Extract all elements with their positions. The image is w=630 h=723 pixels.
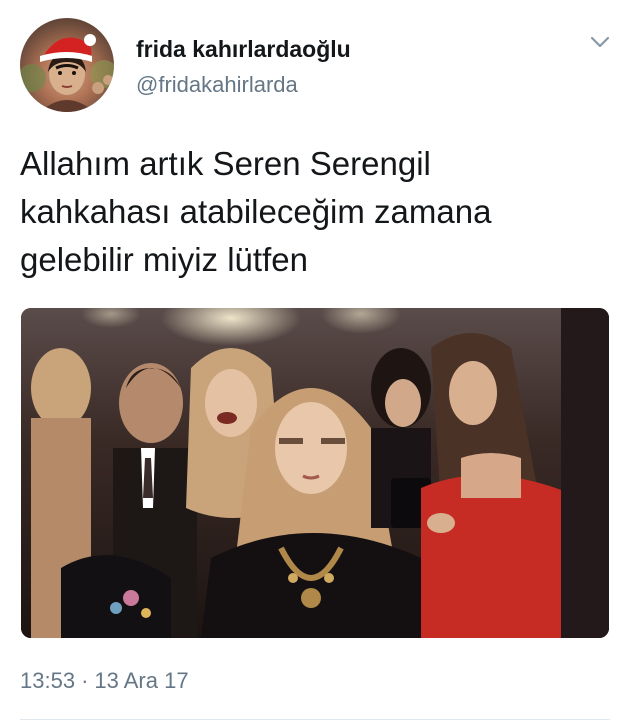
tweet-date: 13 Ara 17: [94, 668, 189, 693]
divider: [20, 719, 610, 720]
timestamp-separator: ·: [81, 668, 89, 693]
author-display-name[interactable]: frida kahırlardaoğlu: [136, 36, 351, 63]
tweet-timestamp[interactable]: 13:53 · 13 Ara 17: [20, 668, 189, 694]
tweet-text-line: Allahım artık Seren Serengil: [20, 145, 431, 182]
chevron-down-icon[interactable]: [588, 30, 612, 54]
photo-party-crowd-icon: [21, 308, 609, 638]
tweet-photo[interactable]: [21, 308, 609, 638]
avatar-image: [20, 34, 114, 112]
avatar[interactable]: [20, 18, 114, 112]
author-handle[interactable]: @fridakahirlarda: [136, 72, 298, 98]
tweet-text: Allahım artık Seren Serengil kahkahası a…: [20, 140, 610, 284]
tweet-text-line: gelebilir miyiz lütfen: [20, 241, 308, 278]
tweet-time: 13:53: [20, 668, 76, 693]
tweet-card: frida kahırlardaoğlu @fridakahirlarda Al…: [0, 0, 630, 723]
tweet-text-line: kahkahası atabileceğim zamana: [20, 193, 492, 230]
